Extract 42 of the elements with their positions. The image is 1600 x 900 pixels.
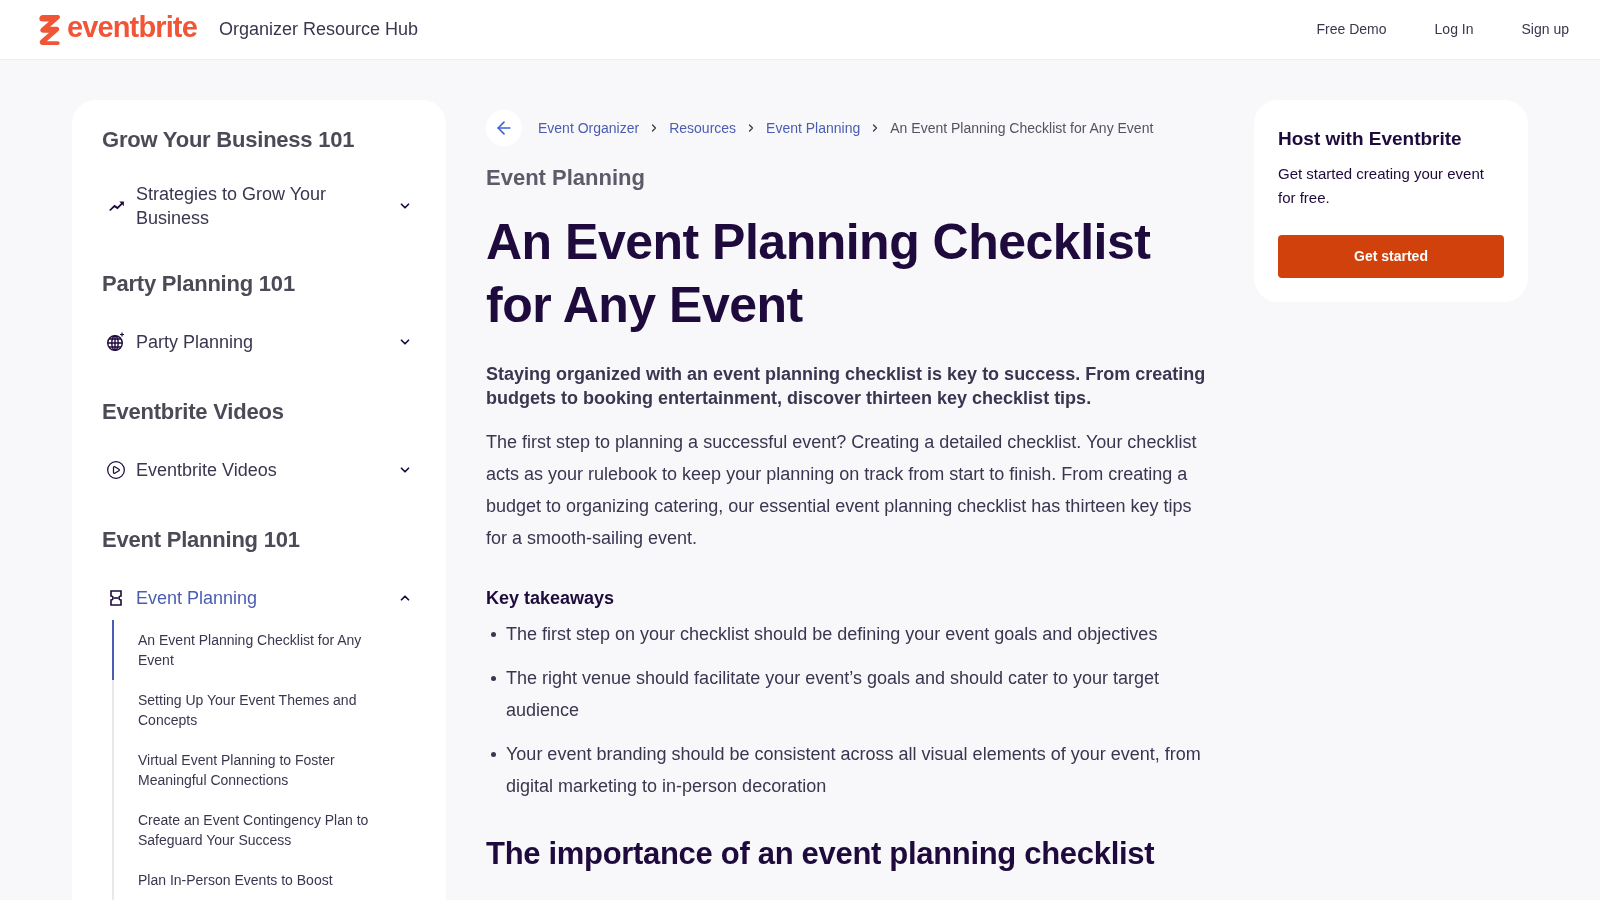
nav-item[interactable]: Party Planning (102, 322, 416, 362)
promo-text: Get started creating your event for free. (1278, 164, 1485, 208)
sub-nav-link[interactable]: Create an Event Contingency Plan to Safeguard Your Success (112, 800, 416, 860)
article-title: An Event Planning Checklist for Any Event (486, 213, 1152, 335)
back-button[interactable] (486, 110, 522, 146)
trending-up-icon (108, 201, 124, 211)
bullet-icon (491, 752, 496, 757)
takeaways-heading: Key takeaways (486, 587, 616, 610)
takeaway-text: The first step on your checklist should be defining your event goals and objectives (506, 623, 1158, 646)
bullet-icon (491, 632, 496, 637)
sub-nav-link[interactable]: Setting Up Your Event Themes and Concepts (112, 680, 416, 740)
section-heading: Event Planning 101 (102, 526, 301, 554)
breadcrumb-link[interactable]: Event Planning (766, 117, 861, 139)
section-heading: Party Planning 101 (102, 270, 296, 298)
nav-item[interactable]: Eventbrite Videos (102, 450, 416, 490)
globe-icon (106, 332, 126, 352)
sub-nav-link[interactable]: Plan In-Person Events to Boost (112, 860, 416, 900)
nav-link[interactable]: Free Demo (1294, 11, 1409, 48)
play-circle-icon (106, 460, 126, 480)
sub-nav-link[interactable]: Virtual Event Planning to Foster Meaningful Connections (112, 740, 416, 800)
breadcrumb-current: An Event Planning Checklist for Any Event (890, 118, 1154, 138)
logo-icon (38, 14, 61, 45)
sub-nav-link[interactable]: An Event Planning Checklist for Any Event (112, 620, 416, 680)
site-title: Organizer Resource Hub (218, 18, 418, 41)
get-started-button[interactable]: Get started (1278, 235, 1504, 278)
promo-title: Host with Eventbrite (1278, 127, 1463, 151)
bullet-icon (491, 676, 496, 681)
section-heading: Eventbrite Videos (102, 398, 285, 426)
category-label: Event Planning (486, 164, 646, 192)
takeaway-text: The right venue should facilitate your event’s goals and should cater to your target audience (506, 667, 1161, 722)
nav-link[interactable]: Sign up (1499, 11, 1591, 48)
breadcrumb-link[interactable]: Resources (669, 117, 737, 139)
nav-link[interactable]: Log In (1412, 11, 1496, 48)
takeaway-text: Your event branding should be consistent across all visual elements of your event, from digital marketing to in-person decoration (506, 743, 1202, 798)
lead-paragraph: Staying organized with an event planning checklist is key to success. From creating budgets to booking entertainment, discover thirteen key checklist tips. (486, 363, 1207, 410)
nav-item[interactable]: Strategies to Grow Your Business (102, 178, 416, 234)
breadcrumb-link[interactable]: Event Organizer (538, 117, 640, 139)
section-heading: Grow Your Business 101 (102, 126, 356, 154)
body-paragraph: The first step to planning a successful event? Creating a detailed checklist. Your checklist acts as your rulebook to keep your planning on track from start to finish. From creating a budget to organizing catering, our essential event planning checklist has thirteen key tips for a smooth-sailing event. (486, 431, 1198, 550)
nav-item[interactable]: Event Planning (102, 578, 416, 618)
ticket-icon (110, 590, 122, 606)
section-title: The importance of an event planning checklist (486, 835, 1156, 873)
